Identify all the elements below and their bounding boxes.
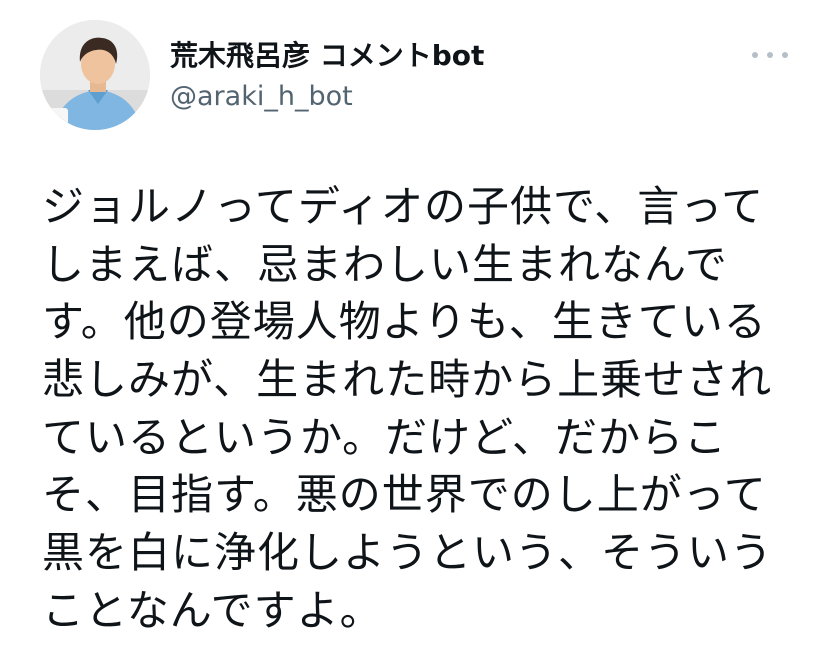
- tweet-text-line: そ、目指す。悪の世界でのし上がって: [42, 470, 767, 520]
- tweet-text-line: ジョルノってディオの子供で、言って: [42, 182, 765, 231]
- tweet-text-line: ことなんですよ。: [42, 585, 383, 635]
- tweet-text-line: す。他の登場人物よりも、生きている: [42, 297, 767, 347]
- author-handle[interactable]: @araki_h_bot: [170, 80, 353, 114]
- avatar[interactable]: [40, 20, 150, 130]
- tweet-text-line: 悲しみが、生まれた時から上乗せされ: [42, 355, 773, 405]
- avatar-image: [40, 20, 150, 130]
- author-display-name[interactable]: 荒木飛呂彦 コメントbot: [170, 38, 484, 74]
- tweet: 荒木飛呂彦 コメントbot @araki_h_bot ジョルノってディオの子供で…: [0, 0, 828, 667]
- more-options-button[interactable]: [752, 40, 788, 70]
- more-horizontal-icon: [767, 52, 773, 58]
- more-horizontal-icon: [782, 52, 788, 58]
- tweet-text: ジョルノってディオの子供で、言って しまえば、忌まわしい生まれなんで す。他の登…: [42, 178, 802, 640]
- tweet-text-line: ているというか。だけど、だからこ: [42, 412, 728, 462]
- more-horizontal-icon: [752, 52, 758, 58]
- tweet-text-line: 黒を白に浄化しようという、そういう: [42, 528, 774, 578]
- tweet-text-line: しまえば、忌まわしい生まれなんで: [42, 239, 728, 289]
